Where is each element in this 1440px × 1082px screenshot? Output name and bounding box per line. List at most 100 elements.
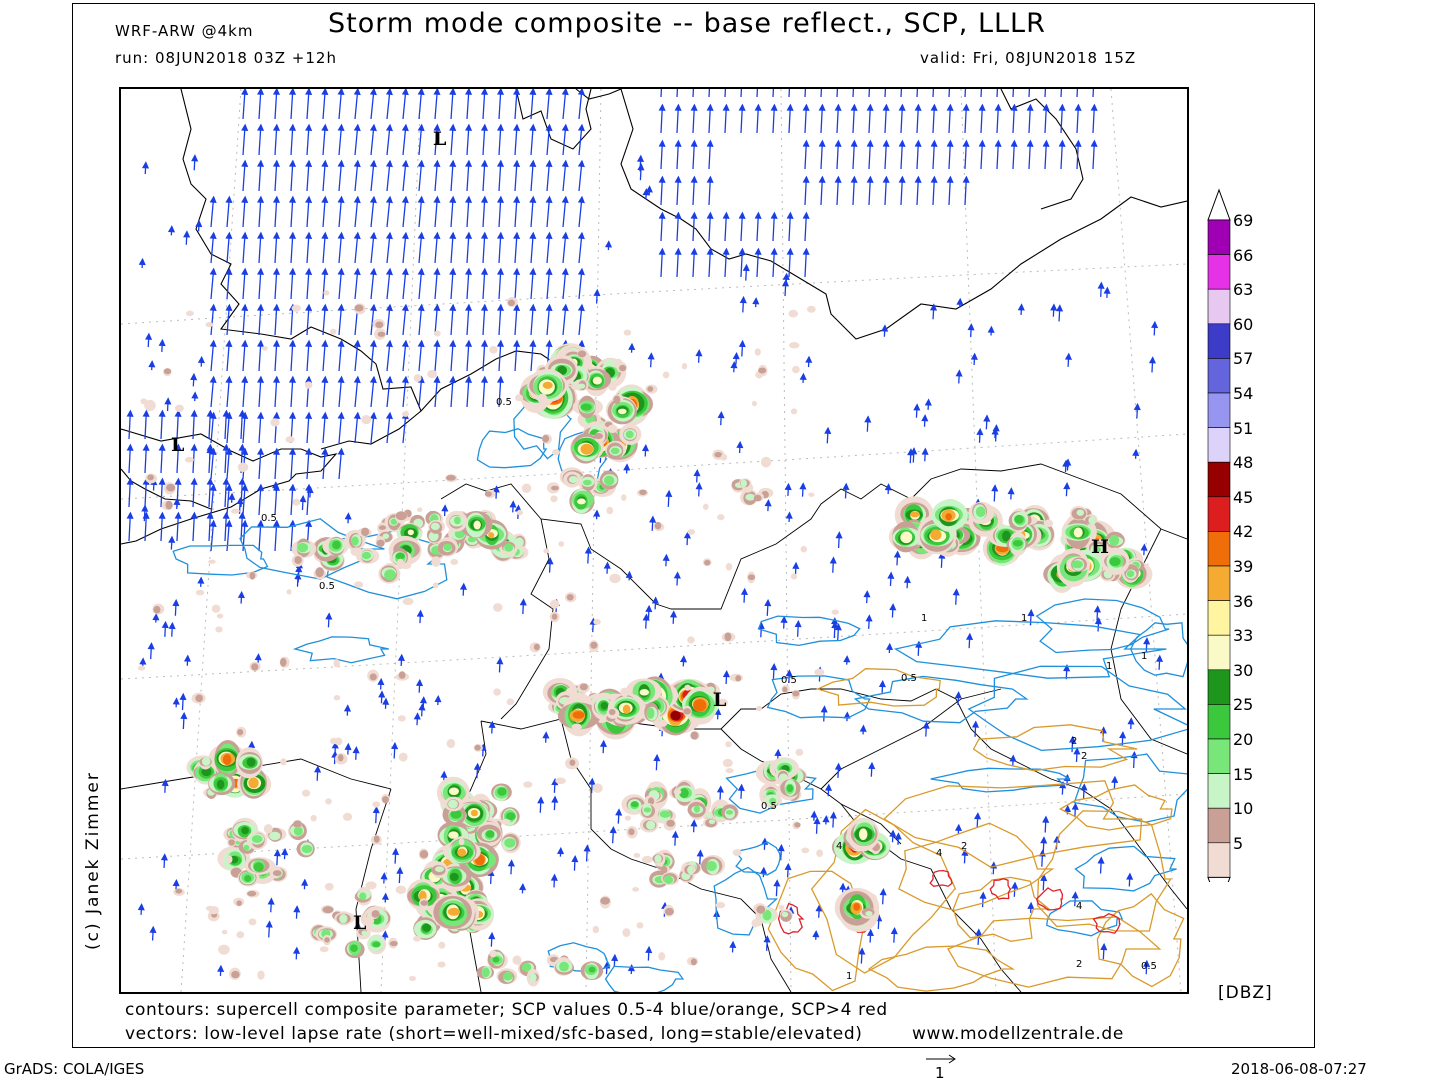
vector-arrow [371,341,376,371]
vector-arrow [371,125,376,155]
vector-scale-value: 1 [935,1064,945,1082]
vector-arrow [836,105,841,133]
vector-arrow [211,485,216,515]
storm-cell [218,945,230,955]
vector-arrow [1043,817,1048,833]
site-url[interactable]: www.modellzentrale.de [912,1024,1124,1044]
storm-cell [739,478,752,488]
vector-arrow [973,722,978,737]
vector-arrow [355,413,360,443]
storm-cell [608,425,618,433]
vector-arrow [900,89,905,97]
vector-arrow [371,197,376,227]
scp-contour-label: 4 [836,841,842,852]
vector-arrow [756,105,761,133]
storm-cell [550,600,559,609]
vector-arrow [948,105,953,133]
scp-contour-label: 1 [1141,651,1147,662]
vector-arrow [403,233,408,263]
vector-arrow [558,848,563,856]
vector-arrow [393,849,398,863]
vector-arrow [415,714,420,725]
colorbar-tick-label: 25 [1233,695,1253,714]
colorbar-swatch [1208,255,1230,290]
vector-arrow [692,105,697,133]
vector-arrow [514,89,519,119]
storm-cell [229,968,241,980]
vector-arrow [740,105,745,133]
vector-arrow [146,334,151,347]
storm-cell [333,659,340,667]
storm-cell [632,887,639,892]
storm-cell [792,366,800,373]
storm-cell [792,690,800,700]
vector-arrow [355,269,360,299]
storm-cell [431,556,440,567]
vector-arrow [800,484,805,497]
vector-arrow [1028,89,1033,97]
vector-arrow [466,269,471,299]
pressure-center-low-south-france: L [713,689,726,711]
vector-arrow [345,706,350,716]
vector-arrow [1074,749,1079,762]
vector-arrow [957,371,962,384]
vector-arrow [242,377,247,407]
vector-arrow [673,832,678,846]
storm-cell [664,819,676,831]
storm-cell [522,484,531,493]
vector-arrow [498,125,503,155]
vector-arrow [1012,89,1017,97]
storm-cell [608,383,616,390]
vector-arrow [450,305,455,335]
storm-cell [789,310,798,318]
colorbar-swatch [1208,566,1230,601]
vector-arrow [852,141,857,169]
vector-arrow [387,377,392,407]
vector-arrow [977,429,982,442]
vector-arrow [724,105,729,133]
scp-contour-label: 0.5 [761,801,777,812]
vector-arrow [676,249,681,277]
vector-arrow [163,622,168,636]
vector-arrow [572,856,577,870]
storm-cell [682,363,687,370]
vector-arrow [671,612,676,624]
storm-cell [419,848,429,859]
vector-arrow [771,664,776,678]
vector-arrow [403,341,408,371]
scp-contour-low [477,429,546,468]
vector-arrow [435,89,440,119]
vector-arrow [724,671,729,684]
vector-arrow [900,141,905,169]
storm-cell [592,783,602,793]
storm-cell [474,744,483,752]
vector-arrow [594,511,599,519]
scp-contour-mid [818,669,941,706]
storm-cell [513,955,522,964]
storm-cell [438,942,445,949]
vector-arrow [676,213,681,241]
vector-arrow [498,269,503,299]
vector-arrow [1092,89,1097,97]
vector-arrow [355,197,360,227]
vector-arrow [530,269,535,299]
vector-arrow [772,249,777,277]
vector-arrow [660,89,665,97]
vector-arrow [653,598,658,609]
scp-contour-low [759,616,861,645]
vector-arrow [466,341,471,371]
vector-arrow [242,89,247,119]
storm-cell [621,494,626,501]
vector-arrow [756,89,761,97]
storm-cell [552,449,560,455]
storm-cell [620,688,629,697]
vector-arrow [530,125,535,155]
vector-arrow [1012,141,1017,169]
vector-arrow [339,161,344,191]
vector-arrow [547,89,552,119]
vector-arrow [660,249,665,277]
vector-arrow [900,177,905,205]
vector-arrow [226,521,231,551]
colorbar-tick-label: 30 [1233,661,1253,680]
storm-cell [589,640,599,652]
